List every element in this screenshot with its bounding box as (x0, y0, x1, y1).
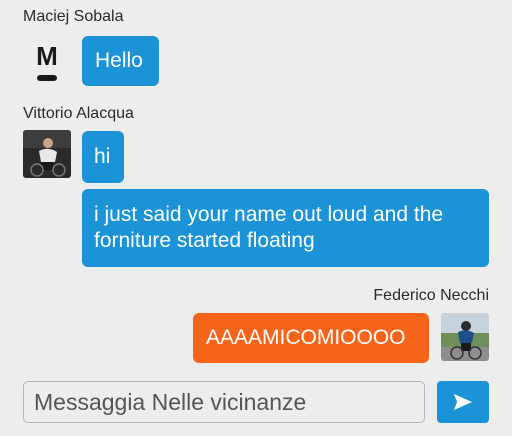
sender-name-vittorio: Vittorio Alacqua (23, 105, 134, 122)
message-text: i just said your name out loud and the f… (94, 203, 444, 252)
message-text: hi (94, 145, 111, 168)
sender-name-federico: Federico Necchi (373, 287, 489, 304)
message-bubble-hello[interactable]: Hello (82, 36, 159, 86)
message-bubble-floating[interactable]: i just said your name out loud and the f… (82, 189, 489, 267)
cyclist-photo-icon (441, 313, 489, 361)
message-bubble-hi[interactable]: hi (82, 131, 124, 183)
message-text: AAAAMICOMIOOOO (206, 326, 406, 349)
cyclist-photo-icon (23, 130, 71, 178)
send-icon (454, 394, 472, 410)
sender-name-maciej: Maciej Sobala (23, 8, 124, 25)
message-input[interactable] (23, 381, 425, 423)
avatar-logo-icon: M (36, 41, 58, 81)
message-bubble-amico[interactable]: AAAAMICOMIOOOO (193, 313, 429, 363)
message-text: Hello (95, 49, 143, 72)
avatar-vittorio[interactable] (23, 130, 71, 178)
send-button[interactable] (437, 381, 489, 423)
svg-text:M: M (36, 41, 58, 71)
avatar-maciej[interactable]: M (23, 37, 71, 85)
avatar-federico[interactable] (441, 313, 489, 361)
